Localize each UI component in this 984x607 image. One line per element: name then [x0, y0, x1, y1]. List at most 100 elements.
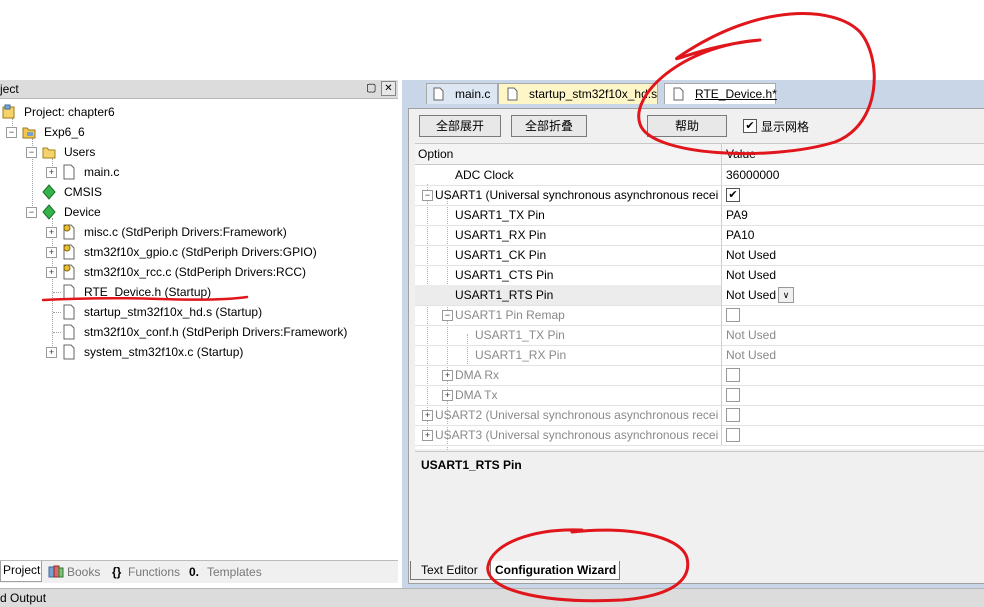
- tree-line: [53, 332, 61, 333]
- row-remap-tx[interactable]: USART1_TX Pin Not Used: [415, 325, 984, 346]
- component-diamond-icon: [42, 184, 56, 200]
- value-usart3[interactable]: [721, 425, 984, 445]
- expand-icon[interactable]: +: [442, 370, 453, 381]
- value-dma-rx[interactable]: [721, 365, 984, 385]
- option-usart3: USART3 (Universal synchronous asynchrono…: [435, 428, 719, 442]
- file-icon: [63, 304, 75, 320]
- value-usart1-ck[interactable]: Not Used: [721, 245, 984, 265]
- row-dma-tx[interactable]: + DMA Tx: [415, 385, 984, 406]
- remap-checkbox[interactable]: [726, 308, 740, 322]
- file-icon: [507, 87, 518, 101]
- value-usart1-rts[interactable]: Not Used ∨: [721, 285, 984, 305]
- collapse-icon[interactable]: −: [26, 147, 37, 158]
- option-usart1-rx: USART1_RX Pin: [455, 228, 547, 242]
- header-option: Option: [418, 147, 454, 161]
- project-panel: ject ▢ ✕ Project: chapter6 − Exp6_6 − Us…: [0, 80, 398, 586]
- value-dma-tx[interactable]: [721, 385, 984, 405]
- functions-icon: {}: [112, 565, 122, 579]
- file-icon: [63, 344, 75, 360]
- expand-all-button[interactable]: 全部展开: [419, 115, 501, 137]
- component-diamond-icon: [42, 204, 56, 220]
- option-remap-tx: USART1_TX Pin: [475, 328, 565, 342]
- collapse-icon[interactable]: −: [6, 127, 17, 138]
- templates-icon: 0.: [189, 565, 200, 579]
- status-bar-text: d Output: [0, 591, 47, 605]
- tree-label-project: Project: chapter6: [24, 105, 115, 119]
- tab-books-label: Books: [67, 565, 101, 579]
- key-file-icon: [63, 244, 75, 260]
- tree-label-users: Users: [64, 145, 96, 159]
- tree-label-main-c: main.c: [84, 165, 120, 179]
- value-usart1[interactable]: ✔: [721, 185, 984, 205]
- value-adc-clock[interactable]: 36000000: [721, 165, 984, 185]
- option-usart1-cts: USART1_CTS Pin: [455, 268, 554, 282]
- row-usart1-ck[interactable]: USART1_CK Pin Not Used: [415, 245, 984, 266]
- value-remap-rx[interactable]: Not Used: [721, 345, 984, 365]
- tree-label-misc: misc.c (StdPeriph Drivers:Framework): [84, 225, 287, 239]
- collapse-icon[interactable]: −: [26, 207, 37, 218]
- expand-icon[interactable]: +: [46, 227, 57, 238]
- tree-label-gpio: stm32f10x_gpio.c (StdPeriph Drivers:GPIO…: [84, 245, 317, 259]
- value-usart1-cts[interactable]: Not Used: [721, 265, 984, 285]
- row-usart2[interactable]: + USART2 (Universal synchronous asynchro…: [415, 405, 984, 426]
- row-usart3[interactable]: + USART3 (Universal synchronous asynchro…: [415, 425, 984, 446]
- option-usart2: USART2 (Universal synchronous asynchrono…: [435, 408, 719, 422]
- row-usart1-remap[interactable]: − USART1 Pin Remap: [415, 305, 984, 326]
- expand-icon[interactable]: +: [442, 390, 453, 401]
- tree-label-cmsis: CMSIS: [64, 185, 103, 199]
- row-remap-rx[interactable]: USART1_RX Pin Not Used: [415, 345, 984, 366]
- pin-icon[interactable]: ▢: [366, 81, 376, 94]
- file-icon: [63, 324, 75, 340]
- row-usart1-tx[interactable]: USART1_TX Pin PA9: [415, 205, 984, 226]
- key-file-icon: [63, 264, 75, 280]
- usart1-checkbox[interactable]: ✔: [726, 188, 740, 202]
- tree-label-device: Device: [64, 205, 101, 219]
- tree-line: [53, 292, 61, 293]
- option-usart1-remap: USART1 Pin Remap: [455, 308, 565, 322]
- dma-tx-checkbox[interactable]: [726, 388, 740, 402]
- tree-label-conf: stm32f10x_conf.h (StdPeriph Drivers:Fram…: [84, 325, 348, 339]
- option-dma-tx: DMA Tx: [455, 388, 498, 402]
- configuration-wizard: 全部展开 全部折叠 帮助 ✔ 显示网格 Option Value ADC Clo…: [408, 108, 984, 584]
- option-adc-clock: ADC Clock: [455, 168, 514, 182]
- collapse-all-button[interactable]: 全部折叠: [511, 115, 587, 137]
- expand-icon[interactable]: +: [46, 347, 57, 358]
- row-usart1[interactable]: − USART1 (Universal synchronous asynchro…: [415, 185, 984, 206]
- usart2-checkbox[interactable]: [726, 408, 740, 422]
- expand-icon[interactable]: +: [422, 410, 433, 421]
- tree-label-system: system_stm32f10x.c (Startup): [84, 345, 244, 359]
- folder-open-icon: [42, 147, 56, 159]
- row-usart1-rx[interactable]: USART1_RX Pin PA10: [415, 225, 984, 246]
- usart3-checkbox[interactable]: [726, 428, 740, 442]
- option-dma-rx: DMA Rx: [455, 368, 500, 382]
- tab-functions-label: Functions: [128, 565, 181, 579]
- row-dma-rx[interactable]: + DMA Rx: [415, 365, 984, 386]
- file-icon: [63, 164, 75, 180]
- value-usart2[interactable]: [721, 405, 984, 425]
- collapse-icon[interactable]: −: [422, 190, 433, 201]
- expand-icon[interactable]: +: [46, 247, 57, 258]
- expand-icon[interactable]: +: [422, 430, 433, 441]
- value-usart1-remap[interactable]: [721, 305, 984, 325]
- option-remap-rx: USART1_RX Pin: [475, 348, 567, 362]
- dma-rx-checkbox[interactable]: [726, 368, 740, 382]
- option-usart1-rts: USART1_RTS Pin: [455, 288, 554, 302]
- project-panel-title: ject: [0, 82, 19, 96]
- row-usart1-rts[interactable]: USART1_RTS Pin Not Used ∨: [415, 285, 984, 306]
- dropdown-chevron-icon[interactable]: ∨: [778, 287, 794, 303]
- close-icon[interactable]: ✕: [381, 81, 396, 96]
- expand-icon[interactable]: +: [46, 167, 57, 178]
- tab-main-c[interactable]: main.c: [426, 83, 498, 104]
- value-usart1-rx[interactable]: PA10: [721, 225, 984, 245]
- project-icon: [2, 104, 15, 119]
- row-usart1-cts[interactable]: USART1_CTS Pin Not Used: [415, 265, 984, 286]
- tree-label-startup: startup_stm32f10x_hd.s (Startup): [84, 305, 263, 319]
- value-usart1-tx[interactable]: PA9: [721, 205, 984, 225]
- collapse-icon[interactable]: −: [442, 310, 453, 321]
- tab-project[interactable]: Project: [0, 561, 42, 582]
- row-adc-clock[interactable]: ADC Clock 36000000: [415, 165, 984, 186]
- key-file-icon: [63, 224, 75, 240]
- value-remap-tx[interactable]: Not Used: [721, 325, 984, 345]
- options-grid: Option Value ADC Clock 36000000 − USART1…: [415, 143, 984, 464]
- expand-icon[interactable]: +: [46, 267, 57, 278]
